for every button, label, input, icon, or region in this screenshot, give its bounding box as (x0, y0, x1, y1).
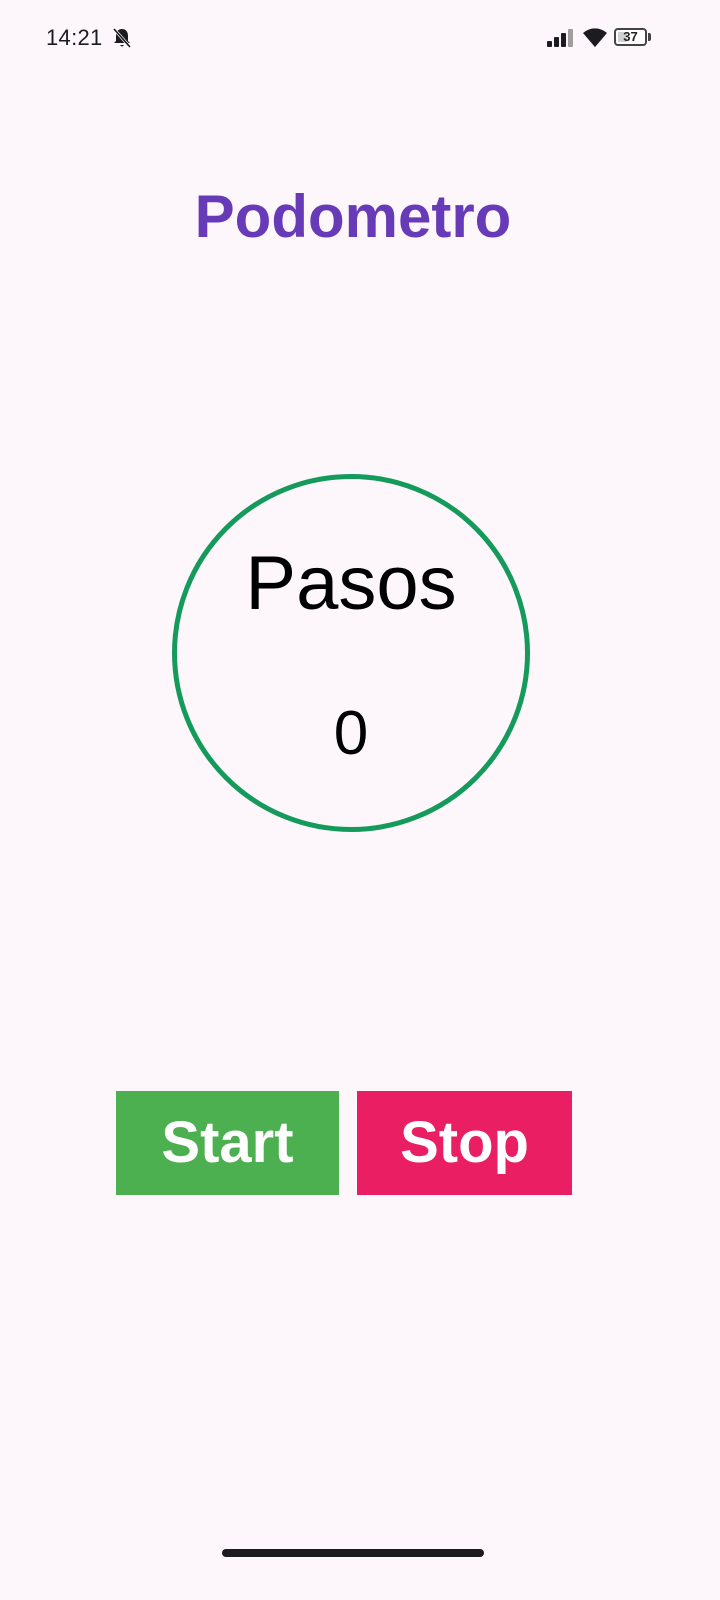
muted-bell-icon (112, 28, 132, 48)
wifi-icon (583, 28, 607, 47)
stop-button[interactable]: Stop (357, 1091, 572, 1195)
battery-level: 37 (623, 29, 638, 44)
app-title: Podometro (194, 183, 512, 250)
signal-icon (547, 29, 573, 47)
steps-count: 0 (333, 699, 369, 768)
step-counter-circle: Pasos 0 (172, 474, 530, 832)
steps-label: Pasos (245, 541, 457, 626)
battery-icon: 37 (614, 28, 654, 48)
battery-tip (648, 33, 651, 41)
home-indicator[interactable] (222, 1549, 484, 1557)
status-time: 14:21 (46, 25, 103, 50)
start-button[interactable]: Start (116, 1091, 339, 1195)
status-bar: 14:21 37 (0, 0, 720, 80)
